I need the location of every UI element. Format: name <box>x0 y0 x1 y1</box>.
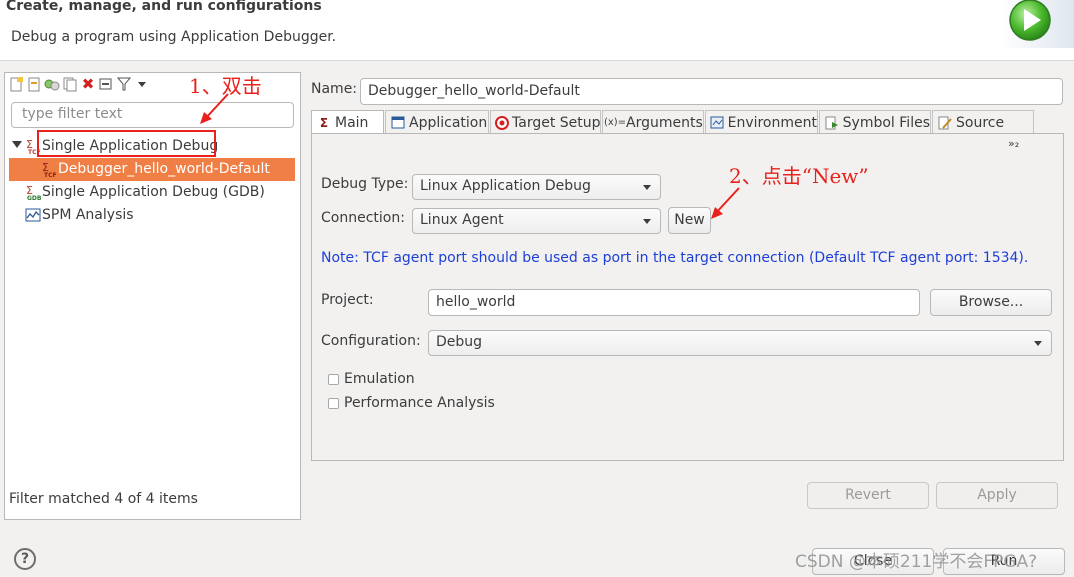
tree-item-single-application-debug-gdb[interactable]: Σ GDB Single Application Debug (GDB) <box>25 181 265 203</box>
symbol-files-icon <box>824 115 840 131</box>
tab-arguments[interactable]: (x)= Arguments <box>602 110 704 134</box>
name-label: Name: <box>311 81 358 97</box>
spm-analysis-icon <box>25 207 41 223</box>
chevron-down-icon <box>643 185 651 190</box>
view-menu-chevron-down-icon[interactable] <box>134 76 150 92</box>
debug-type-label: Debug Type: <box>321 176 409 192</box>
connection-select[interactable]: Linux Agent <box>412 208 661 234</box>
browse-button[interactable]: Browse... <box>930 289 1052 316</box>
header-separator <box>0 60 1074 61</box>
emulation-checkbox[interactable] <box>328 374 339 385</box>
tcf-port-note: Note: TCF agent port should be used as p… <box>321 250 1029 266</box>
environment-icon <box>710 115 725 131</box>
emulation-label: Emulation <box>344 371 415 387</box>
configuration-label: Configuration: <box>321 333 421 349</box>
filter-input[interactable]: type filter text <box>11 102 294 128</box>
help-icon[interactable]: ? <box>14 548 36 570</box>
tcf-config-icon: Σ TCF <box>41 161 57 179</box>
tree-item-spm-analysis[interactable]: SPM Analysis <box>25 204 134 226</box>
project-label: Project: <box>321 292 374 308</box>
new-prototype-icon[interactable] <box>26 76 42 92</box>
arguments-icon: (x)= <box>603 117 627 128</box>
chevron-down-icon <box>643 219 651 224</box>
run-icon <box>1008 0 1054 42</box>
tab-symbol-files[interactable]: Symbol Files <box>819 110 931 134</box>
annotation-highlight-box <box>37 130 216 157</box>
tree-item-label: Debugger_hello_world-Default <box>58 161 270 177</box>
target-setup-icon <box>495 115 509 131</box>
tab-environment[interactable]: Environment <box>705 110 818 134</box>
link-prototype-icon[interactable] <box>44 76 60 92</box>
debug-type-select[interactable]: Linux Application Debug <box>412 174 661 200</box>
dialog-title: Create, manage, and run configurations <box>6 0 322 14</box>
performance-analysis-checkbox[interactable] <box>328 398 339 409</box>
main-sigma-icon: Σ <box>319 115 329 130</box>
annotation-arrow-1 <box>200 93 229 124</box>
tab-main[interactable]: Σ Main <box>311 110 384 134</box>
filter-icon[interactable] <box>116 76 132 92</box>
configuration-select[interactable]: Debug <box>428 330 1052 356</box>
name-input[interactable]: Debugger_hello_world-Default <box>360 78 1063 105</box>
tree-item-label: SPM Analysis <box>42 207 134 223</box>
source-icon <box>937 115 953 131</box>
revert-button[interactable]: Revert <box>807 482 929 509</box>
svg-text:TCF: TCF <box>44 172 57 177</box>
dialog-subtitle: Debug a program using Application Debugg… <box>11 29 337 45</box>
annotation-arrow-2 <box>711 187 740 219</box>
connection-label: Connection: <box>321 210 405 226</box>
new-connection-button[interactable]: New <box>668 207 711 234</box>
apply-button[interactable]: Apply <box>936 482 1058 509</box>
tab-application[interactable]: Application <box>385 110 489 134</box>
expand-chevron-icon[interactable] <box>12 141 22 148</box>
application-icon <box>390 115 406 131</box>
filter-status-text: Filter matched 4 of 4 items <box>9 491 198 507</box>
tab-target-setup[interactable]: Target Setup <box>490 110 601 134</box>
duplicate-icon[interactable] <box>62 76 78 92</box>
delete-icon[interactable]: ✖ <box>80 75 96 93</box>
performance-analysis-label: Performance Analysis <box>344 395 495 411</box>
tab-overflow-chevron-icon[interactable]: »₂ <box>1008 137 1019 150</box>
tree-item-debugger-hello-world-default[interactable]: Σ TCF Debugger_hello_world-Default <box>41 158 270 180</box>
project-input[interactable]: hello_world <box>428 289 920 316</box>
new-config-icon[interactable] <box>8 76 24 92</box>
gdb-debug-icon: Σ GDB <box>25 184 42 202</box>
tab-source[interactable]: Source <box>932 110 1034 134</box>
collapse-all-icon[interactable] <box>98 76 114 92</box>
svg-text:GDB: GDB <box>27 195 41 200</box>
annotation-step2: 2、点击“New” <box>729 164 869 188</box>
config-tab-strip: Σ Main Application Target Setup (x)= Arg… <box>311 110 1034 134</box>
tree-toolbar: ✖ <box>8 75 150 93</box>
csdn-watermark: CSDN @本硕211学不会FPGA? <box>795 552 1038 572</box>
tree-item-label: Single Application Debug (GDB) <box>42 184 265 200</box>
chevron-down-icon <box>1034 341 1042 346</box>
